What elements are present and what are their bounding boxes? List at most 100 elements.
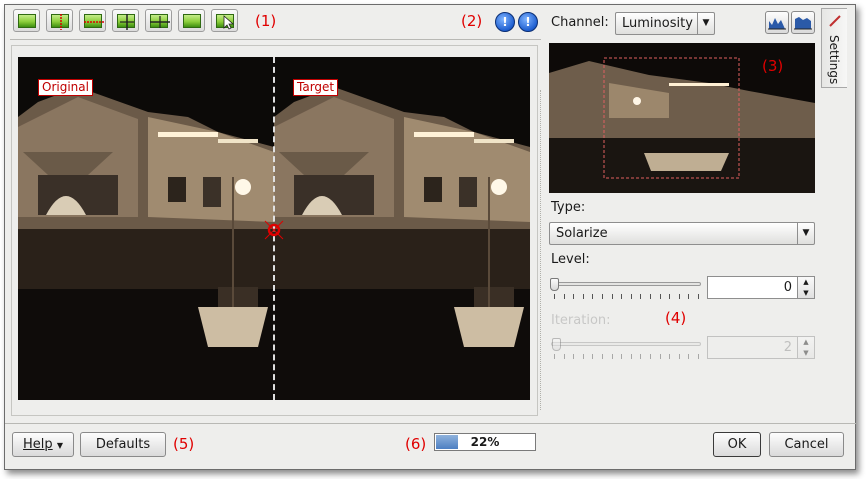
iteration-slider-ticks [554,354,700,360]
slider-tick [563,294,565,299]
level-value: 0 [783,280,792,295]
log-histogram-icon [794,17,812,30]
original-image-button[interactable] [13,9,40,32]
compare-cursor-button[interactable] [211,9,238,32]
split-horizontal-duplicate-button[interactable] [145,9,172,32]
crosshair-marker-icon[interactable] [264,220,284,240]
underexposure-indicator-button[interactable]: ! [495,12,515,32]
slider-tick [678,294,680,299]
slider-tick [602,294,603,299]
slider-tick [563,354,565,359]
iteration-slider-handle[interactable] [552,338,561,351]
slider-tick [630,354,632,359]
defaults-button-label: Defaults [95,437,151,452]
annotation-5: (5) [173,435,195,453]
arrow-up-icon[interactable]: ▲ [798,277,814,288]
overexposure-indicator-button[interactable]: ! [518,12,538,32]
slider-tick [659,354,661,359]
type-select[interactable]: Solarize ▼ [549,222,815,245]
panel-splitter[interactable] [540,90,543,410]
slider-tick [554,354,555,359]
slider-tick [621,354,623,359]
arrow-down-icon[interactable]: ▼ [798,348,814,359]
channel-select[interactable]: Luminosity ▼ [615,12,715,35]
level-stepper[interactable]: ▲ ▼ [797,277,814,298]
slider-tick [554,294,555,299]
annotation-2: (2) [461,12,483,30]
settings-tab-icon [829,15,841,27]
slider-tick [650,294,651,299]
target-image-half [274,57,530,400]
tab-settings[interactable]: Settings [821,8,847,88]
slider-tick [582,294,584,299]
slider-tick [688,354,690,359]
help-button[interactable]: Help ▼ [12,432,74,457]
iteration-slider[interactable] [551,342,701,346]
slider-tick [573,354,575,359]
slider-tick [611,294,613,299]
original-image-half [18,57,274,400]
ok-button-label: OK [727,437,747,452]
slider-tick [592,294,594,299]
iteration-spinbox[interactable]: 2 ▲ ▼ [707,336,815,359]
level-label: Level: [551,252,590,267]
slider-tick [573,294,575,299]
channel-label: Channel: [551,15,609,30]
split-vertical-duplicate-button[interactable] [112,9,139,32]
slider-tick [698,354,699,359]
chevron-down-icon: ▼ [697,13,714,34]
slider-tick [611,354,613,359]
slider-tick [640,294,642,299]
annotation-1: (1) [255,12,277,30]
slider-tick [602,354,603,359]
iteration-value: 2 [783,340,792,355]
type-label: Type: [551,200,586,215]
slider-tick [669,354,671,359]
linear-histogram-button[interactable] [765,11,789,34]
target-image-button[interactable] [178,9,205,32]
underexposure-indicator-icon: ! [502,15,508,29]
target-image-icon [183,14,201,28]
cancel-button[interactable]: Cancel [769,432,844,457]
level-slider-ticks [554,294,700,300]
slider-tick [669,294,671,299]
slider-tick [630,294,632,299]
slider-tick [621,294,623,299]
bottom-separator [5,423,856,424]
arrow-up-icon[interactable]: ▲ [798,337,814,348]
slider-tick [592,354,594,359]
log-histogram-button[interactable] [791,11,815,34]
slider-tick [698,294,699,299]
level-slider-handle[interactable] [550,278,559,291]
annotation-4: (4) [665,309,687,327]
annotation-3: (3) [762,57,784,75]
toolbar-separator [10,39,541,40]
tab-settings-label: Settings [827,35,841,85]
level-spinbox[interactable]: 0 ▲ ▼ [707,276,815,299]
slider-tick [659,294,661,299]
help-button-label: Help [23,437,53,452]
progress-text: 22% [470,435,500,449]
ok-button[interactable]: OK [713,432,761,457]
slider-tick [688,294,690,299]
iteration-stepper[interactable]: ▲ ▼ [797,337,814,358]
channel-select-value: Luminosity [622,16,693,31]
split-horizontal-button[interactable] [79,9,106,32]
cancel-button-label: Cancel [784,437,829,452]
annotation-6: (6) [405,435,427,453]
level-slider[interactable] [551,282,701,286]
type-select-value: Solarize [556,226,608,241]
defaults-button[interactable]: Defaults [80,432,166,457]
arrow-down-icon[interactable]: ▼ [798,288,814,299]
split-vertical-button[interactable] [46,9,73,32]
iteration-label: Iteration: [551,313,611,328]
original-label: Original [38,79,93,96]
chevron-down-icon: ▼ [56,441,63,450]
slider-tick [650,354,651,359]
target-label: Target [293,79,339,96]
slider-tick [640,354,642,359]
linear-histogram-icon [768,18,786,30]
overexposure-indicator-icon: ! [525,15,531,29]
slider-tick [582,354,584,359]
original-image-icon [18,14,36,28]
